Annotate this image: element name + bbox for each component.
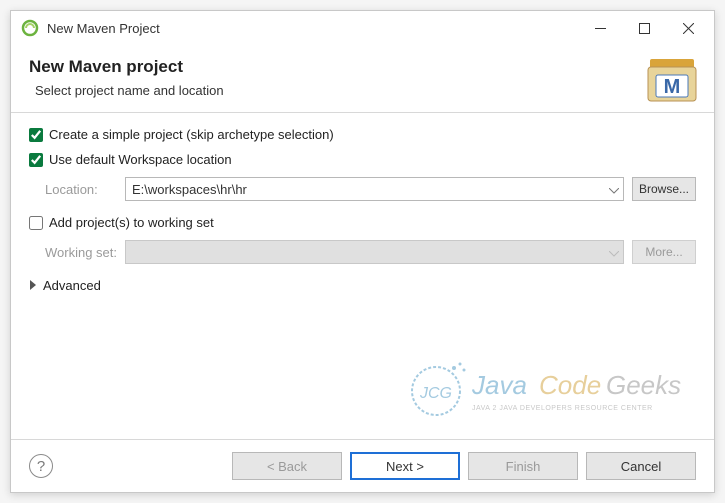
default-workspace-checkbox[interactable]: [29, 153, 43, 167]
close-button[interactable]: [666, 13, 710, 43]
location-label: Location:: [29, 182, 117, 197]
svg-text:Code: Code: [539, 370, 601, 400]
simple-project-checkbox[interactable]: [29, 128, 43, 142]
watermark-logo: JCG Java Code Geeks JAVA 2 JAVA DEVELOPE…: [404, 356, 684, 429]
location-value: E:\workspaces\hr\hr: [132, 182, 247, 197]
page-subtitle: Select project name and location: [35, 83, 696, 98]
content-area: Create a simple project (skip archetype …: [11, 113, 714, 439]
back-button: < Back: [232, 452, 342, 480]
default-workspace-row[interactable]: Use default Workspace location: [29, 152, 696, 167]
svg-text:JCG: JCG: [419, 385, 452, 402]
header-panel: New Maven project Select project name an…: [11, 45, 714, 113]
triangle-right-icon: [29, 278, 37, 293]
simple-project-row[interactable]: Create a simple project (skip archetype …: [29, 127, 696, 142]
next-button[interactable]: Next >: [350, 452, 460, 480]
chevron-down-icon: [609, 245, 619, 260]
default-workspace-label: Use default Workspace location: [49, 152, 232, 167]
finish-button: Finish: [468, 452, 578, 480]
advanced-label: Advanced: [43, 278, 101, 293]
window-controls: [578, 13, 710, 43]
titlebar: New Maven Project: [11, 11, 714, 45]
svg-text:Geeks: Geeks: [606, 370, 681, 400]
maven-banner-icon: M: [644, 53, 700, 105]
simple-project-label: Create a simple project (skip archetype …: [49, 127, 334, 142]
working-set-label: Working set:: [29, 245, 117, 260]
add-working-set-label: Add project(s) to working set: [49, 215, 214, 230]
minimize-button[interactable]: [578, 13, 622, 43]
cancel-button[interactable]: Cancel: [586, 452, 696, 480]
browse-button[interactable]: Browse...: [632, 177, 696, 201]
page-heading: New Maven project: [29, 57, 696, 77]
chevron-down-icon: [609, 182, 619, 197]
advanced-toggle[interactable]: Advanced: [29, 278, 696, 293]
svg-text:Java: Java: [471, 370, 527, 400]
more-button: More...: [632, 240, 696, 264]
location-combo[interactable]: E:\workspaces\hr\hr: [125, 177, 624, 201]
maven-app-icon: [21, 19, 39, 37]
location-row: Location: E:\workspaces\hr\hr Browse...: [29, 177, 696, 201]
dialog-window: New Maven Project New Maven project Sele…: [10, 10, 715, 493]
svg-text:JAVA 2 JAVA DEVELOPERS RESOURC: JAVA 2 JAVA DEVELOPERS RESOURCE CENTER: [472, 405, 653, 412]
working-set-row[interactable]: Add project(s) to working set: [29, 215, 696, 230]
help-icon[interactable]: ?: [29, 454, 53, 478]
working-set-field-row: Working set: More...: [29, 240, 696, 264]
working-set-combo: [125, 240, 624, 264]
maximize-button[interactable]: [622, 13, 666, 43]
footer-bar: ? < Back Next > Finish Cancel: [11, 439, 714, 492]
window-title: New Maven Project: [47, 21, 578, 36]
add-working-set-checkbox[interactable]: [29, 216, 43, 230]
svg-text:M: M: [664, 76, 681, 98]
